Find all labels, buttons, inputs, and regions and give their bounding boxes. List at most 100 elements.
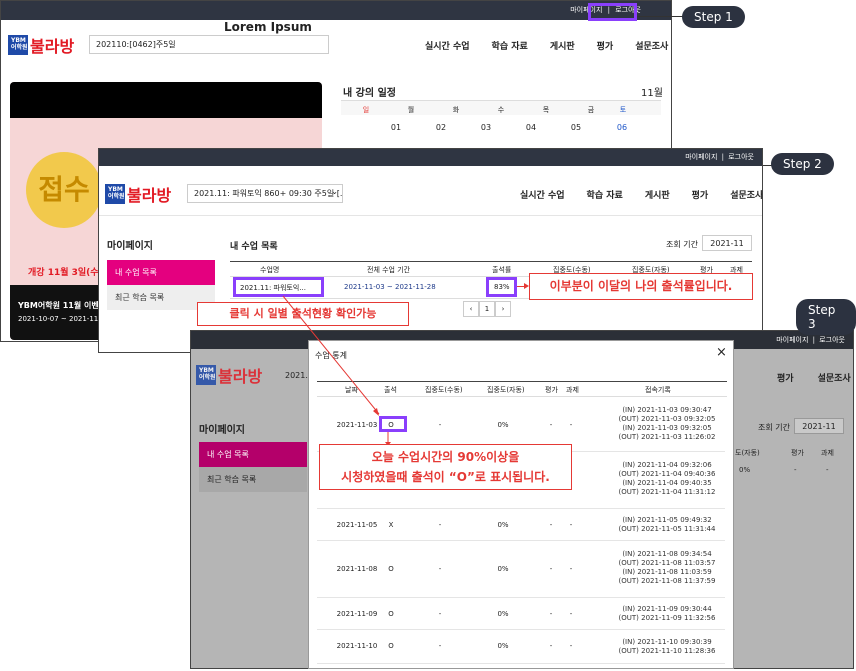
log-entry: (IN) 2021-11-03 09:30:47 — [622, 406, 712, 414]
course-selector[interactable]: 202110:[0462]주5일 — [89, 35, 329, 54]
logo[interactable]: YBM 어학원 불라방 — [196, 363, 262, 387]
logo[interactable]: YBM 어학원 불라방 — [8, 33, 74, 57]
row-eval: - — [549, 642, 553, 650]
pagination: ‹ 1 › — [463, 301, 511, 317]
ybm-badge: YBM 어학원 — [196, 365, 216, 385]
period-label: 조회 기간 — [758, 423, 790, 432]
row-task: - — [569, 610, 573, 618]
row-logs: (IN) 2021-11-10 09:30:39 (OUT) 2021-11-1… — [597, 638, 733, 656]
logo[interactable]: YBM 어학원 불라방 — [105, 182, 171, 206]
course-selector-value: 202110:[0462]주5일 — [96, 40, 176, 49]
modal-title: 수업 통계 — [315, 351, 347, 360]
calendar-date[interactable]: 02 — [431, 123, 451, 132]
table-row: 2021-11-10 O - 0% - - (IN) 2021-11-10 09… — [317, 630, 725, 664]
period-label: 조회 기간 — [666, 240, 698, 249]
mypage-link[interactable]: 마이페이지 — [685, 149, 717, 166]
period-input[interactable]: 2021-11 — [794, 418, 844, 434]
row-attendance: O — [388, 642, 394, 650]
log-entry: (IN) 2021-11-08 11:03:59 — [622, 568, 712, 576]
nav-survey[interactable]: 설문조사 — [635, 39, 668, 52]
attendance-callout-arrow — [517, 286, 527, 287]
log-entry: (IN) 2021-11-09 09:30:44 — [622, 605, 712, 613]
table-row: 2021-11-05 X - 0% - - (IN) 2021-11-05 09… — [317, 509, 725, 541]
banner-period: 2021-10-07 ~ 2021-11-30 — [18, 315, 110, 323]
callout-line-1: 오늘 수업시간의 90%이상을 — [371, 450, 520, 464]
close-icon[interactable]: × — [716, 345, 727, 360]
row-logs: (IN) 2021-11-03 09:30:47 (OUT) 2021-11-0… — [597, 406, 733, 442]
nav-survey[interactable]: 설문조사 — [730, 188, 762, 201]
row-date: 2021-11-03 — [336, 421, 378, 429]
row-attendance: O — [388, 565, 394, 573]
sidebar-title: 마이페이지 — [199, 425, 245, 436]
calendar-date[interactable]: 01 — [386, 123, 406, 132]
bg-col-task: 과제 — [821, 449, 834, 457]
page-number[interactable]: 1 — [479, 301, 495, 317]
log-entry: (OUT) 2021-11-09 11:32:56 — [618, 614, 716, 622]
prev-page-button[interactable]: ‹ — [463, 301, 479, 317]
row-logs: (IN) 2021-11-09 09:30:44 (OUT) 2021-11-0… — [597, 605, 733, 623]
nav-board[interactable]: 게시판 — [645, 188, 670, 201]
row-attendance: O — [388, 610, 394, 618]
log-entry: (IN) 2021-11-08 09:34:54 — [622, 550, 712, 558]
calendar-date[interactable]: 06 — [612, 123, 632, 132]
calendar-date[interactable]: 05 — [566, 123, 586, 132]
row-date: 2021-11-09 — [336, 610, 378, 618]
click-callout: 클릭 시 일별 출석현황 확인가능 — [197, 302, 409, 326]
nav-live-class[interactable]: 실시간 수업 — [425, 39, 470, 52]
log-entry: (OUT) 2021-11-10 11:28:36 — [618, 647, 716, 655]
main-nav: 평가 설문조사 — [777, 371, 851, 384]
row-task: - — [569, 565, 573, 573]
calendar: 일 월 화 수 목 금 토 01 02 03 04 05 06 — [341, 100, 661, 150]
schedule-title: 내 강의 일정 — [343, 88, 396, 99]
nav-survey[interactable]: 설문조사 — [818, 371, 851, 384]
lorem-label: Lorem Ipsum — [224, 20, 312, 34]
col-task: 과제 — [566, 386, 579, 394]
banner-big-text: 접수 — [38, 173, 90, 206]
sidebar-item-recent[interactable]: 최근 학습 목록 — [199, 467, 307, 492]
row-task: - — [569, 521, 573, 529]
row-focus-manual: - — [438, 565, 442, 573]
nav-live-class[interactable]: 실시간 수업 — [520, 188, 565, 201]
row-eval: - — [549, 565, 553, 573]
calendar-date[interactable]: 03 — [476, 123, 496, 132]
bg-focus-auto: 0% — [739, 466, 751, 474]
nav-materials[interactable]: 학습 자료 — [492, 39, 528, 52]
log-entry: (IN) 2021-11-04 09:32:06 — [622, 461, 712, 469]
col-logs: 접속기록 — [645, 386, 671, 394]
row-focus-manual: - — [438, 421, 442, 429]
course-selector[interactable]: 2021.11: 파워토익 860+ 09:30 주5일 [... ⌄ — [187, 184, 343, 203]
nav-evaluation[interactable]: 평가 — [692, 188, 709, 201]
course-selector-value: 2021.11: 파워토익 860+ 09:30 주5일 [... — [194, 189, 343, 198]
table-row: 2021-11-08 O - 0% - - (IN) 2021-11-08 09… — [317, 541, 725, 598]
calendar-date[interactable]: 04 — [521, 123, 541, 132]
weekday-sun: 일 — [362, 106, 370, 114]
nav-evaluation[interactable]: 평가 — [597, 39, 614, 52]
row-eval: - — [549, 521, 553, 529]
click-arrow-line — [300, 326, 301, 327]
step2-badge: Step 2 — [771, 153, 834, 175]
log-entry: (OUT) 2021-11-03 11:26:02 — [618, 433, 716, 441]
separator: | — [721, 153, 724, 161]
logout-link[interactable]: 로그아웃 — [728, 149, 754, 166]
row-focus-manual: - — [438, 521, 442, 529]
log-entry: (IN) 2021-11-05 09:49:32 — [622, 516, 712, 524]
next-page-button[interactable]: › — [495, 301, 511, 317]
log-entry: (OUT) 2021-11-04 11:31:12 — [618, 488, 716, 496]
sidebar-title: 마이페이지 — [107, 241, 153, 252]
nav-board[interactable]: 게시판 — [550, 39, 575, 52]
modal-table-header: 날짜 출석 집중도(수동) 집중도(자동) 평가 과제 접속기록 — [317, 381, 727, 397]
row-date: 2021-11-08 — [336, 565, 378, 573]
bg-task: - — [826, 466, 829, 474]
step3-badge: Step 3 — [796, 299, 856, 335]
period-input[interactable]: 2021-11 — [702, 235, 752, 251]
sidebar-item-my-classes[interactable]: 내 수업 목록 — [107, 260, 215, 285]
weekday-fri: 금 — [587, 106, 595, 114]
header-divider — [99, 215, 762, 216]
ybm-badge: YBM 어학원 — [105, 184, 125, 204]
sidebar-item-my-classes[interactable]: 내 수업 목록 — [199, 442, 307, 467]
main-nav: 실시간 수업 학습 자료 게시판 평가 설문조사 — [425, 39, 668, 52]
nav-materials[interactable]: 학습 자료 — [587, 188, 623, 201]
row-focus-auto: 0% — [497, 565, 509, 573]
row-eval: - — [549, 421, 553, 429]
nav-evaluation[interactable]: 평가 — [777, 371, 794, 384]
